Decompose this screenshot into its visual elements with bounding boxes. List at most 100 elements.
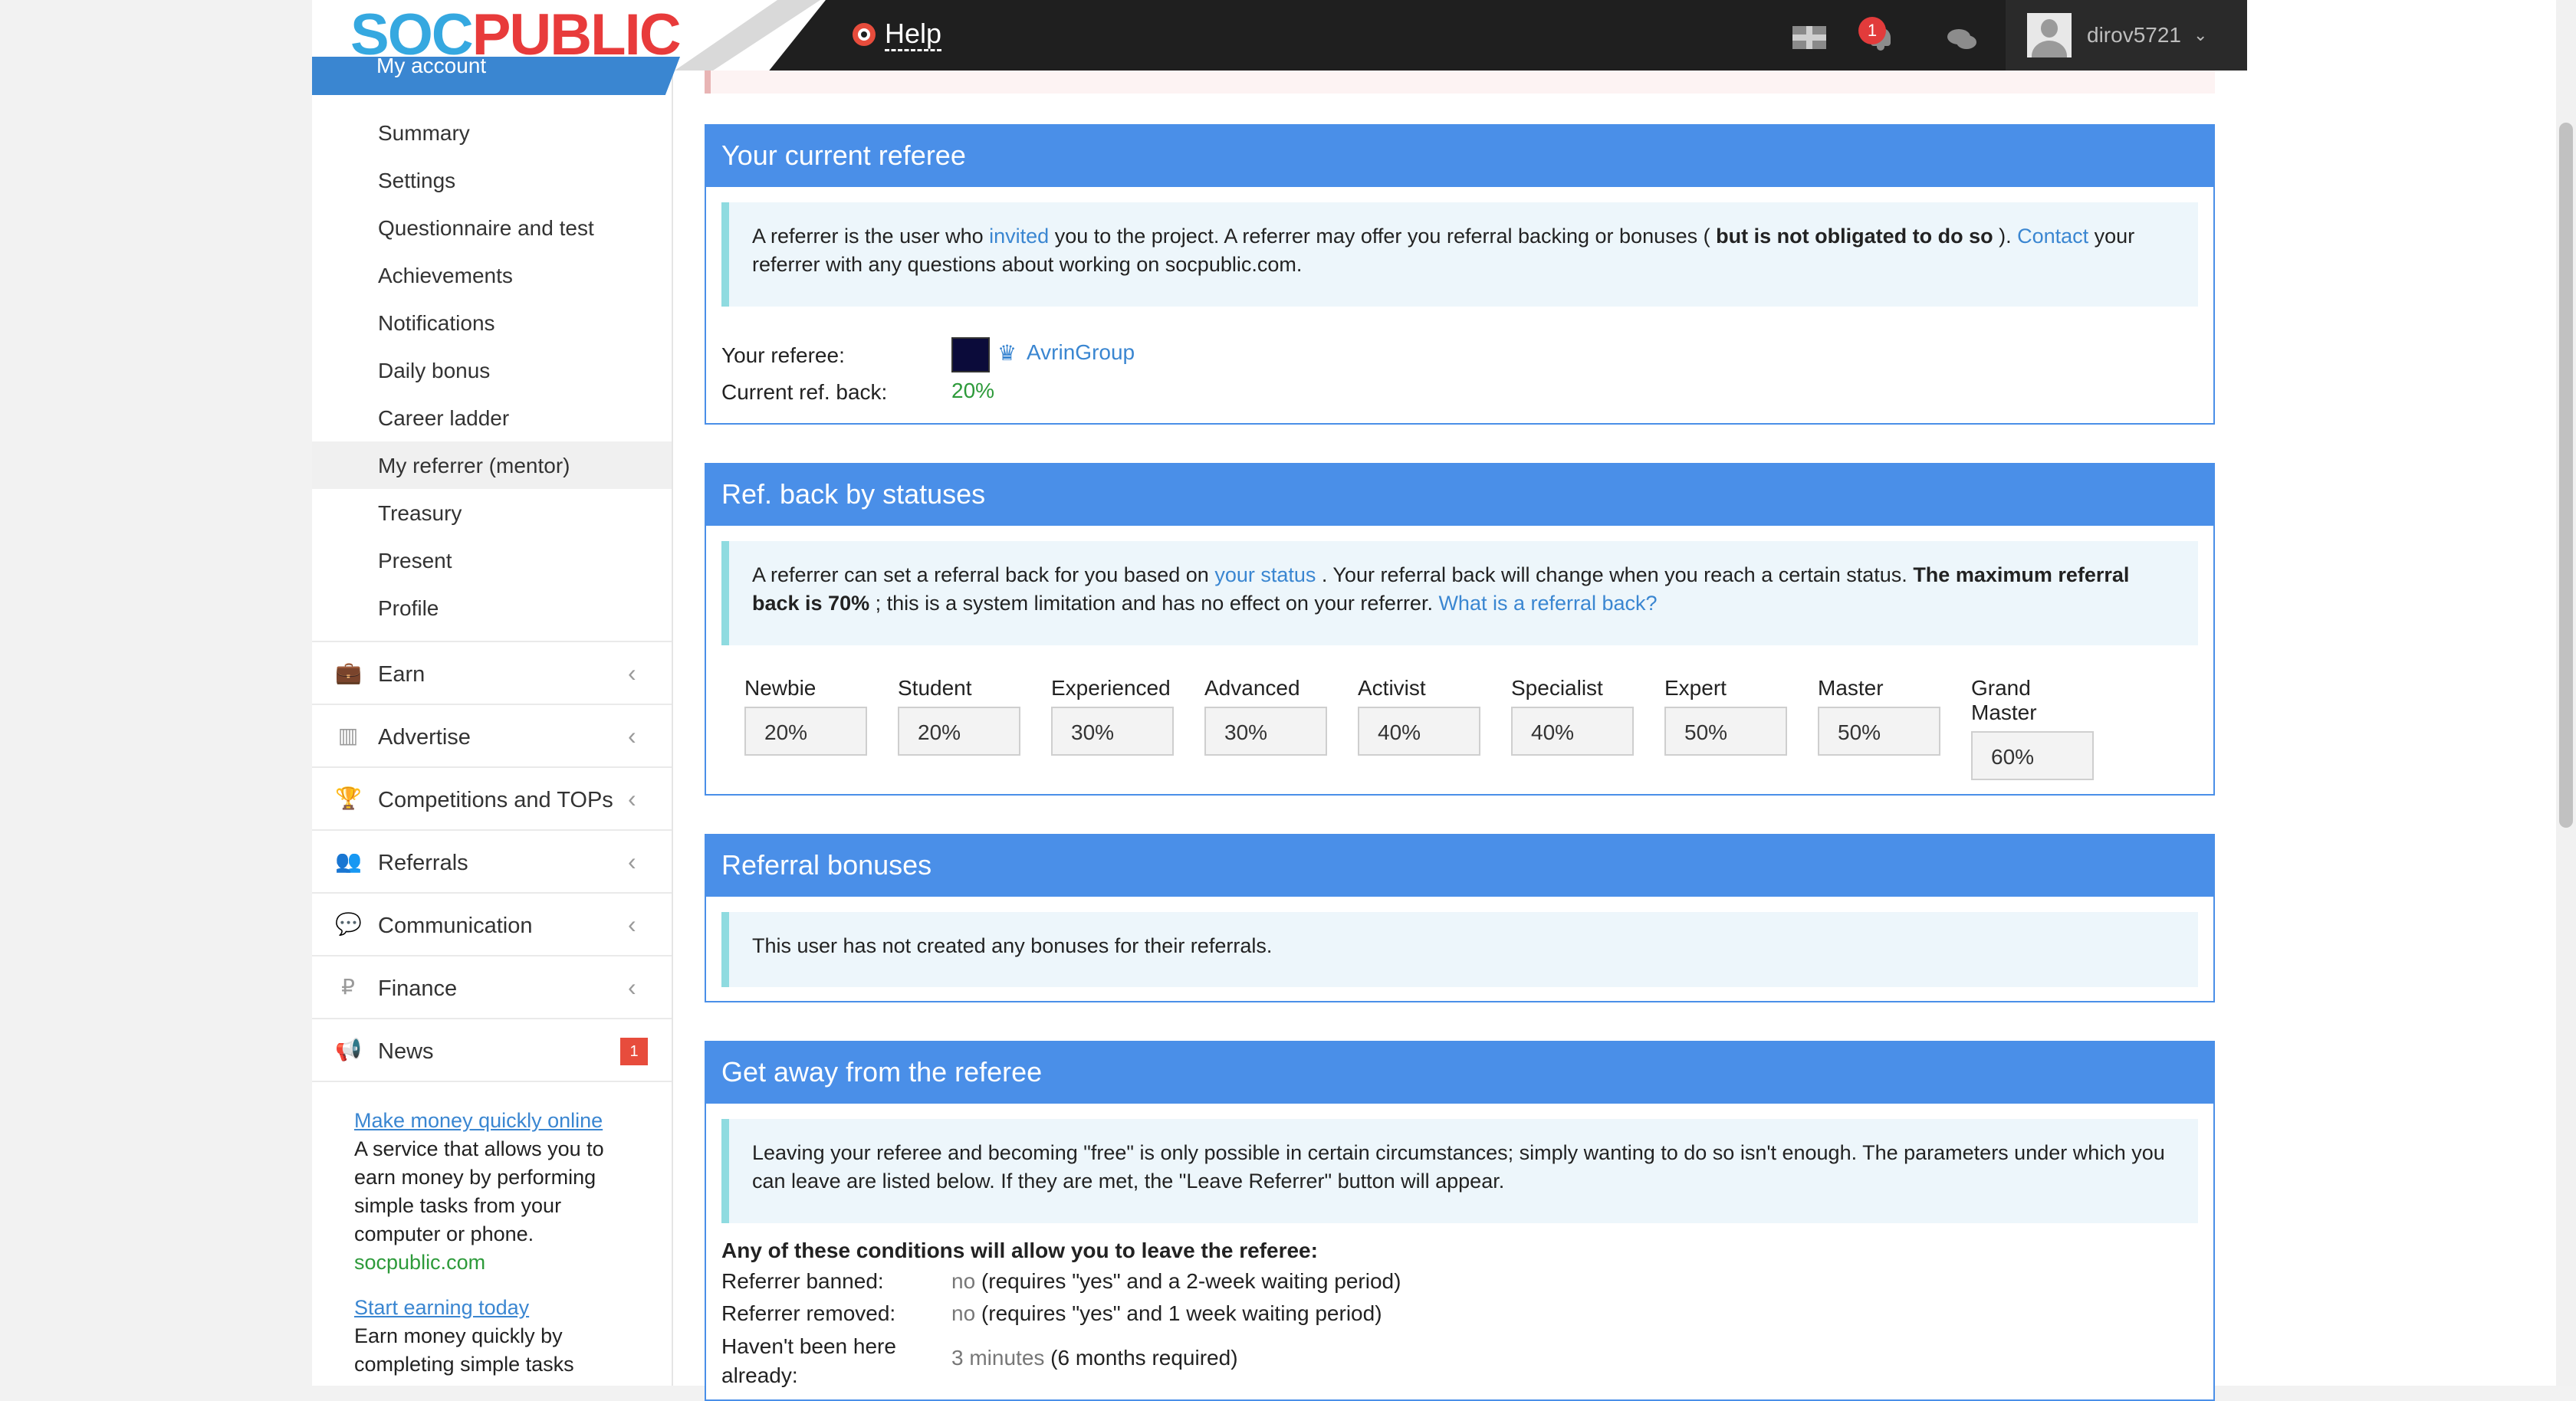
panel-header: Get away from the referee: [706, 1042, 2213, 1104]
panel-header: Referral bonuses: [706, 835, 2213, 897]
chevron-left-icon: ‹: [628, 722, 636, 750]
sidebar-item-label: Communication: [378, 914, 533, 938]
menu-divider: [312, 892, 672, 894]
status-value-field: 60%: [1971, 731, 2094, 780]
ruble-icon: ₽: [341, 975, 355, 999]
scrollbar-thumb[interactable]: [2559, 123, 2573, 828]
sidebar-item-referrals[interactable]: 👥 Referrals ‹: [312, 832, 672, 894]
status-value-field: 50%: [1818, 707, 1940, 756]
referee-info-box: A referrer is the user who invited you t…: [721, 202, 2198, 307]
menu-divider: [312, 704, 672, 705]
help-link[interactable]: Help: [853, 15, 942, 54]
sidebar-item-present[interactable]: Present: [312, 536, 672, 584]
bar-chart-icon: ▥: [337, 723, 359, 747]
news-count-badge: 1: [620, 1038, 648, 1065]
contact-link[interactable]: Contact: [2017, 225, 2088, 248]
info-text: ).: [1993, 225, 2018, 248]
sidebar-item-label: Notifications: [378, 311, 495, 335]
help-label: Help: [885, 18, 942, 51]
get-away-info-box: Leaving your referee and becoming "free"…: [721, 1119, 2198, 1223]
info-text: Leaving your referee and becoming "free"…: [752, 1141, 2165, 1193]
chevron-left-icon: ‹: [628, 973, 636, 1001]
notification-count-badge: 1: [1858, 17, 1886, 44]
sidebar-item-label: Advertise: [378, 725, 471, 750]
status-student: Student 20%: [898, 676, 1028, 756]
sidebar-item-label: Present: [378, 549, 452, 573]
megaphone-icon: 📢: [335, 1038, 362, 1061]
status-label: Experienced: [1051, 676, 1171, 700]
panel-title: Get away from the referee: [721, 1056, 1043, 1088]
sidebar-item-competitions[interactable]: 🏆 Competitions and TOPs ‹: [312, 769, 672, 831]
menu-divider: [312, 766, 672, 768]
status-label: Advanced: [1204, 676, 1300, 700]
sidebar-item-my-referrer[interactable]: My referrer (mentor): [312, 441, 672, 489]
status-label: Newbie: [744, 676, 816, 700]
status-value-field: 40%: [1511, 707, 1634, 756]
panel-title: Referral bonuses: [721, 849, 932, 881]
referee-avatar[interactable]: [951, 337, 990, 372]
sidebar-item-label: Profile: [378, 596, 439, 620]
panel-header: Your current referee: [706, 126, 2213, 187]
status-value-field: 30%: [1051, 707, 1174, 756]
info-text: . Your referral back will change when yo…: [1316, 563, 1914, 586]
ad-text: A service that allows you to earn money …: [354, 1137, 604, 1245]
chevron-left-icon: ‹: [628, 659, 636, 687]
sidebar-item-communication[interactable]: 💬 Communication ‹: [312, 895, 672, 956]
sidebar-item-daily-bonus[interactable]: Daily bonus: [312, 346, 672, 394]
sidebar-item-earn[interactable]: 💼 Earn ‹: [312, 644, 672, 705]
sidebar-item-career-ladder[interactable]: Career ladder: [312, 394, 672, 441]
status-grand-master: Grand Master 60%: [1971, 676, 2101, 780]
sidebar-item-finance[interactable]: ₽ Finance ‹: [312, 958, 672, 1019]
user-menu[interactable]: dirov5721 ⌄: [2006, 0, 2247, 71]
referee-label: Your referee:: [721, 343, 845, 367]
info-text: ; this is a system limitation and has no…: [869, 592, 1439, 615]
sidebar-ad-2: Start earning today Earn money quickly b…: [354, 1294, 646, 1379]
sidebar-item-label: Achievements: [378, 264, 513, 287]
info-text: you to the project. A referrer may offer…: [1049, 225, 1717, 248]
info-text: A referrer is the user who: [752, 225, 990, 248]
ad-title-link[interactable]: Make money quickly online: [354, 1109, 603, 1132]
status-label: Master: [1818, 676, 1884, 700]
info-text: A referrer can set a referral back for y…: [752, 563, 1215, 586]
condition-note: (requires "yes" and 1 week waiting perio…: [975, 1301, 1382, 1325]
status-advanced: Advanced 30%: [1204, 676, 1335, 756]
condition-value: 3 minutes: [951, 1346, 1045, 1370]
your-status-link[interactable]: your status: [1214, 563, 1316, 586]
sidebar-item-achievements[interactable]: Achievements: [312, 251, 672, 299]
sidebar-item-label: Treasury: [378, 501, 462, 525]
status-master: Master 50%: [1818, 676, 1948, 756]
uk-flag-icon[interactable]: [1792, 26, 1826, 49]
info-bold-text: but is not obligated to do so: [1716, 225, 1993, 248]
what-is-ref-back-link[interactable]: What is a referral back?: [1438, 592, 1657, 615]
chevron-left-icon: ‹: [628, 785, 636, 812]
ref-back-statuses-panel: Ref. back by statuses A referrer can set…: [705, 463, 2215, 796]
trophy-icon: 🏆: [335, 786, 362, 810]
sidebar-item-label: Settings: [378, 169, 456, 192]
sidebar-item-settings[interactable]: Settings: [312, 156, 672, 204]
sidebar-section-my-account[interactable]: My account: [312, 57, 680, 95]
ref-back-label: Current ref. back:: [721, 380, 888, 404]
ad-title-link[interactable]: Start earning today: [354, 1296, 529, 1319]
sidebar-item-treasury[interactable]: Treasury: [312, 489, 672, 536]
sidebar-item-advertise[interactable]: ▥ Advertise ‹: [312, 707, 672, 768]
invited-link[interactable]: invited: [989, 225, 1049, 248]
username: dirov5721: [2087, 23, 2181, 47]
menu-divider: [312, 641, 672, 642]
sidebar-item-summary[interactable]: Summary: [312, 109, 672, 156]
chat-icon[interactable]: [1947, 28, 1976, 51]
sidebar-item-label: Daily bonus: [378, 359, 491, 382]
condition-note: (6 months required): [1044, 1346, 1238, 1370]
sidebar-item-profile[interactable]: Profile: [312, 584, 672, 632]
status-label: Activist: [1358, 676, 1426, 700]
referee-name-link[interactable]: AvrinGroup: [1027, 340, 1135, 365]
right-gutter: [2247, 0, 2576, 1386]
partial-alert-panel: [705, 71, 2215, 94]
condition-label: Referrer banned:: [721, 1269, 884, 1293]
ad-domain: socpublic.com: [354, 1251, 486, 1274]
sidebar-item-label: Finance: [378, 976, 458, 1001]
sidebar-item-notifications[interactable]: Notifications: [312, 299, 672, 346]
sidebar-item-news[interactable]: 📢 News 1: [312, 1021, 672, 1082]
sidebar-item-label: My referrer (mentor): [378, 454, 570, 477]
condition-value: no: [951, 1269, 976, 1293]
sidebar-item-questionnaire[interactable]: Questionnaire and test: [312, 204, 672, 251]
